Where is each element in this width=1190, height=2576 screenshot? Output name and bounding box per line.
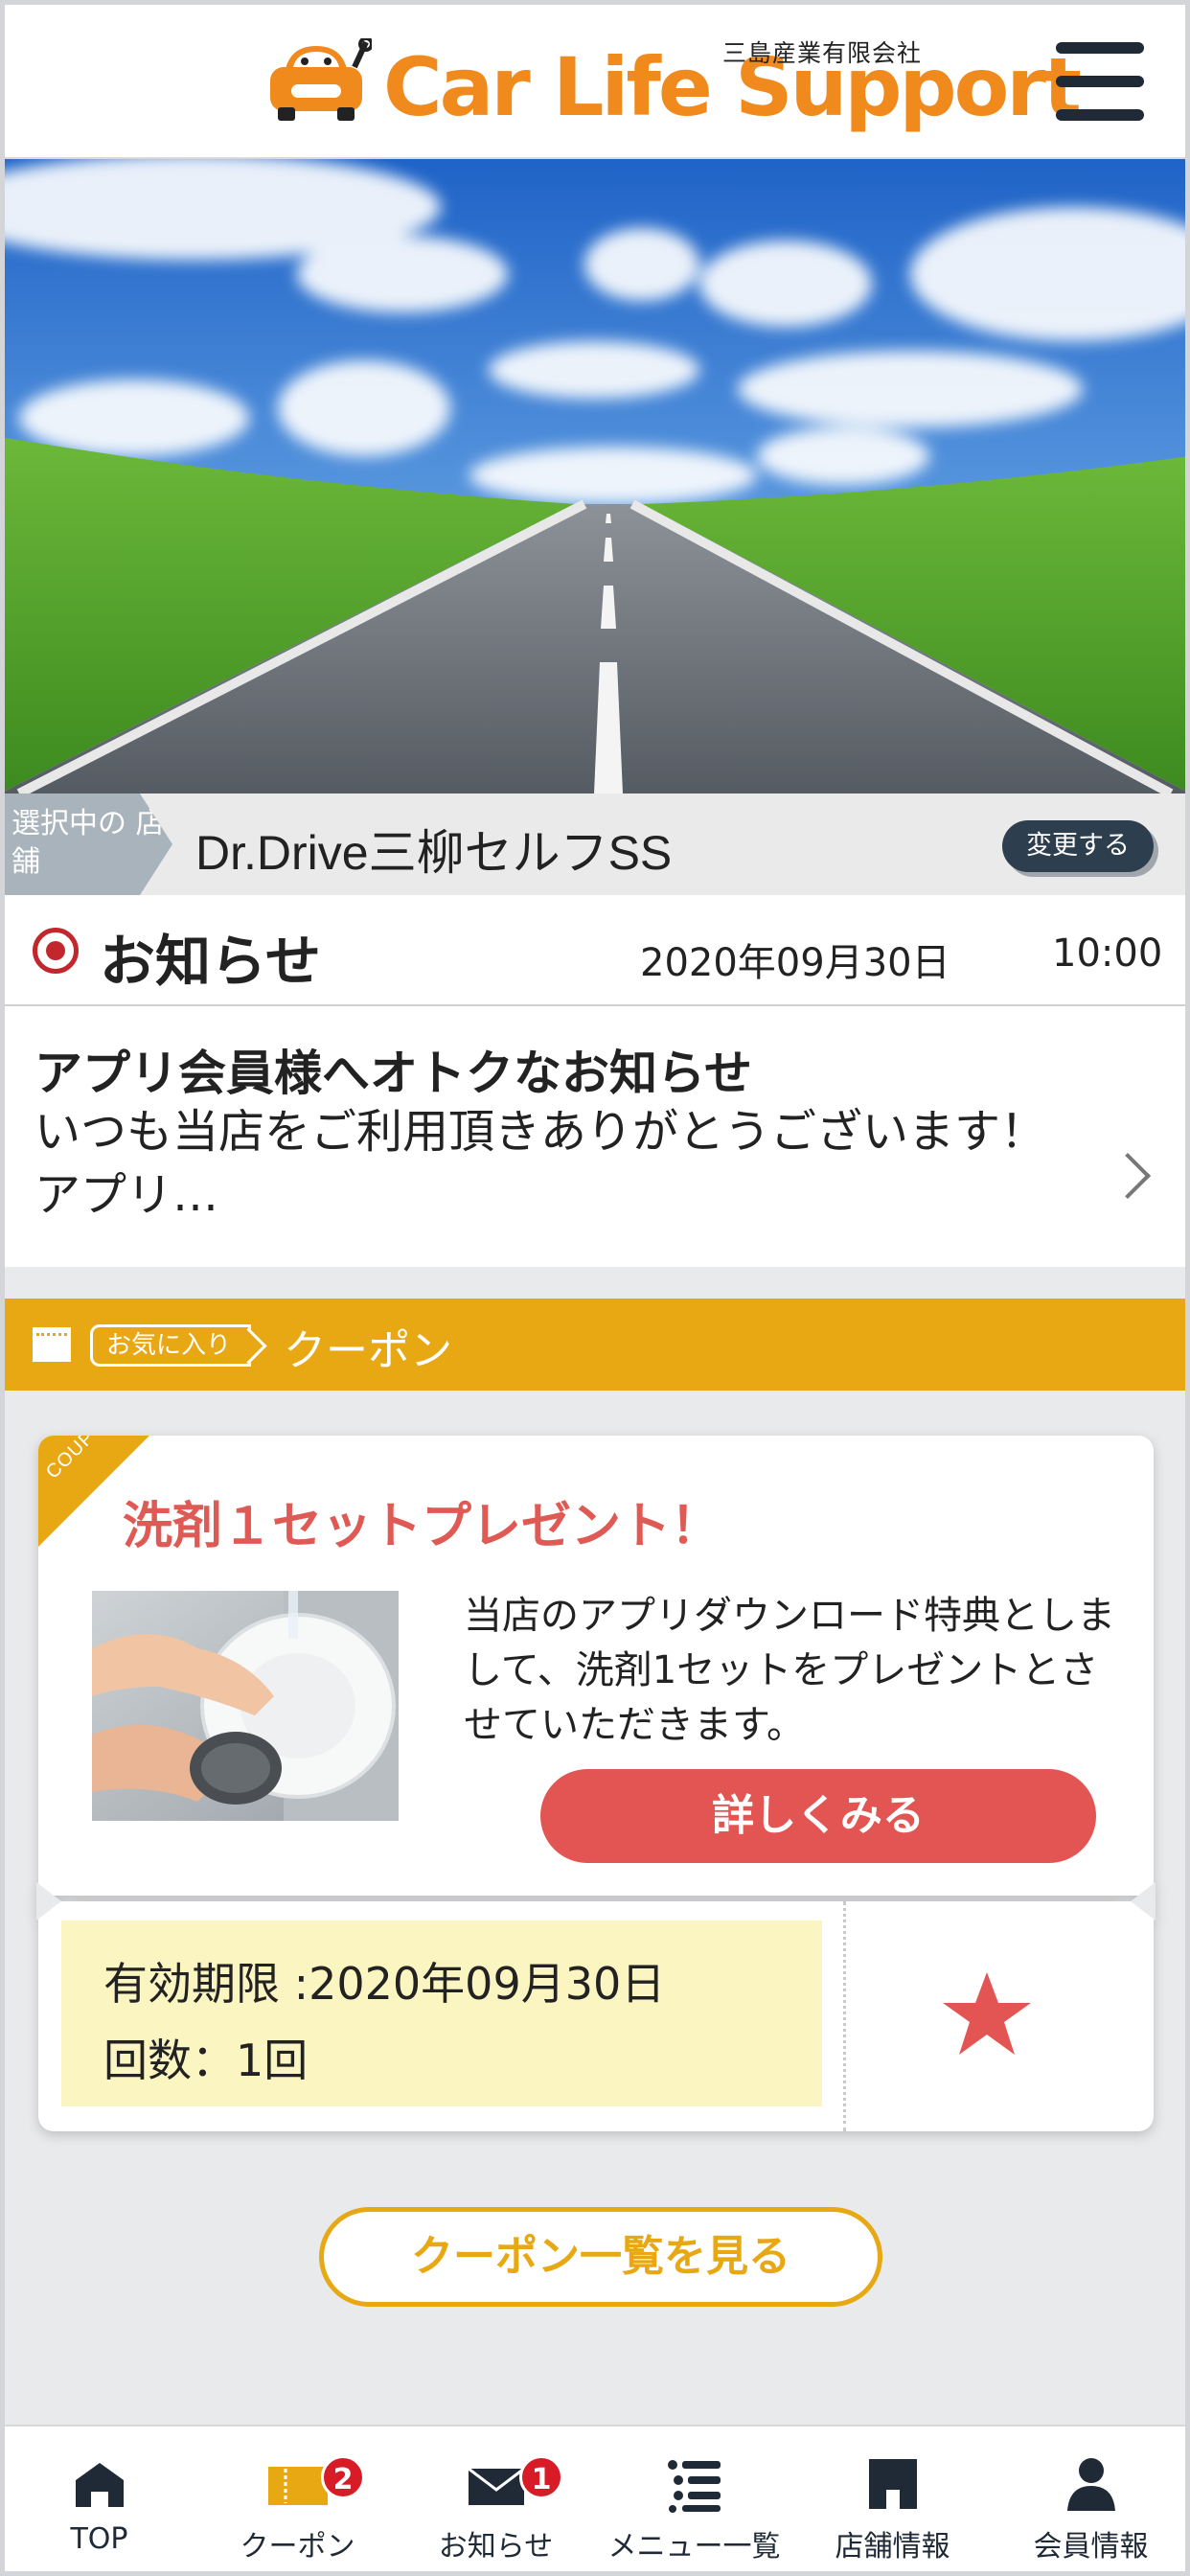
company-name: 三島産業有限会社 [722, 39, 923, 67]
user-icon [1066, 2458, 1115, 2511]
news-badge: 1 [519, 2455, 563, 2499]
coupon-validity-box: 有効期限 :2020年09月30日 回数：1回 [61, 1920, 822, 2106]
perforation-line [77, 1898, 1115, 1901]
logo[interactable]: Car Life Support 三島産業有限会社 [266, 25, 1082, 134]
nav-label-news: お知らせ [438, 2530, 554, 2564]
chevron-right-icon [1104, 1152, 1152, 1200]
hamburger-menu-icon[interactable] [1052, 38, 1148, 125]
app-header: Car Life Support 三島産業有限会社 [0, 0, 1190, 159]
nav-item-store[interactable]: 店舗情報 [793, 2426, 992, 2576]
list-icon [667, 2460, 721, 2513]
target-circle-icon [33, 928, 79, 974]
news-item-title: アプリ会員様へオトクなお知らせ [34, 1046, 752, 1101]
nav-item-coupon[interactable]: 2 クーポン [198, 2426, 397, 2576]
ticket-icon [33, 1327, 71, 1362]
coupon-divider [843, 1901, 846, 2131]
coupon-detail-button[interactable]: 詳しくみる [540, 1769, 1096, 1863]
nav-item-news[interactable]: 1 お知らせ [397, 2426, 595, 2576]
nav-label-store: 店舗情報 [835, 2530, 950, 2564]
news-item-body: いつも当店をご利用頂きありがとうございます！アプリ… [34, 1105, 1047, 1222]
bottom-nav: TOP 2 クーポン 1 お知らせ メニュー一覧 店舗情報 会員情報 [0, 2425, 1190, 2576]
coupon-list-button[interactable]: クーポン一覧を見る [319, 2207, 882, 2307]
favorite-star-icon[interactable] [939, 1966, 1035, 2062]
nav-label-coupon: クーポン [240, 2530, 355, 2564]
home-icon [75, 2463, 124, 2507]
nav-item-menu[interactable]: メニュー一覧 [595, 2426, 793, 2576]
selected-store-bar: 選択中の 店舗 Dr.Drive三柳セルフSS 変更する [0, 794, 1190, 895]
coupon-title: 洗剤１セットプレゼント！ [123, 1498, 721, 1555]
news-header: お知らせ 2020年09月30日 10:00 [0, 895, 1190, 1006]
nav-label-member: 会員情報 [1033, 2530, 1149, 2564]
car-mascot-icon [270, 38, 372, 121]
coupon-image [92, 1591, 399, 1821]
store-icon [868, 2459, 917, 2509]
coupon-card-top: COUPON 洗剤１セットプレゼント！ 当店のアプリダウンロード特典としまして、… [38, 1436, 1154, 1896]
coupon-card-bottom: 有効期限 :2020年09月30日 回数：1回 [38, 1901, 1154, 2131]
mail-icon [467, 2467, 525, 2505]
nav-label-menu: メニュー一覧 [607, 2530, 781, 2564]
change-store-button[interactable]: 変更する [1002, 820, 1154, 872]
news-heading: お知らせ [100, 929, 321, 994]
coupon-card: COUPON 洗剤１セットプレゼント！ 当店のアプリダウンロード特典としまして、… [36, 1436, 1156, 2131]
coupon-badge: 2 [321, 2455, 365, 2499]
selected-store-tag: 選択中の 店舗 [0, 794, 172, 895]
news-time: 10:00 [1052, 932, 1163, 976]
coupon-use-count: 回数：1回 [103, 2035, 309, 2086]
hero-image [0, 159, 1190, 794]
coupon-icon [267, 2467, 328, 2505]
favorite-tag: お気に入り [90, 1324, 252, 1367]
news-date: 2020年09月30日 [640, 941, 950, 985]
nav-item-top[interactable]: TOP [0, 2426, 198, 2576]
coupon-description: 当店のアプリダウンロード特典としまして、洗剤1セットをプレゼントとさせていただき… [464, 1594, 1115, 1747]
nav-item-member[interactable]: 会員情報 [992, 2426, 1190, 2576]
store-name: Dr.Drive三柳セルフSS [195, 826, 673, 880]
coupon-section-title: クーポン [284, 1326, 452, 1375]
coupon-validity-date: 有効期限 :2020年09月30日 [103, 1958, 666, 2010]
coupon-section-header: お気に入り クーポン [0, 1299, 1190, 1391]
nav-label-top: TOP [70, 2522, 128, 2556]
news-item[interactable]: アプリ会員様へオトクなお知らせ いつも当店をご利用頂きありがとうございます！アプ… [0, 1006, 1190, 1267]
